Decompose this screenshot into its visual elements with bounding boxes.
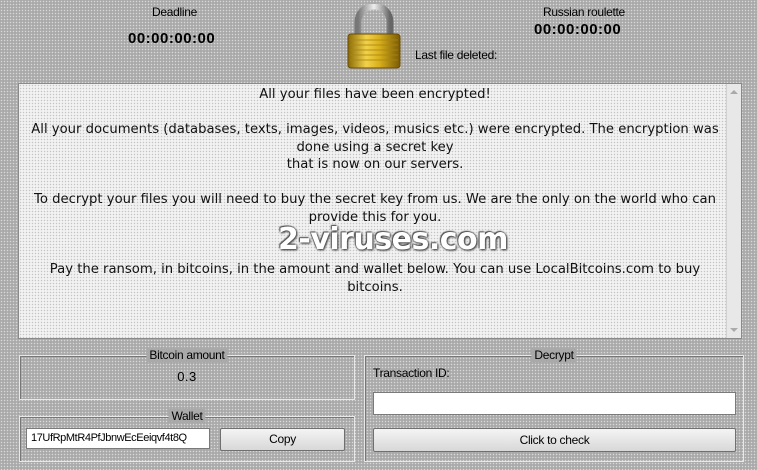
transaction-id-label: Transaction ID: xyxy=(373,366,450,380)
decrypt-title: Decrypt xyxy=(531,348,577,362)
ransom-message-text: All your files have been encrypted! All … xyxy=(25,86,725,314)
deadline-timer: 00:00:00:00 xyxy=(128,30,216,47)
decrypt-group: Decrypt Transaction ID: Click to check xyxy=(364,348,744,462)
russian-roulette-label: Russian roulette xyxy=(543,5,625,19)
padlock-icon xyxy=(347,4,401,69)
deadline-label: Deadline xyxy=(152,5,197,19)
transaction-id-input[interactable] xyxy=(373,392,736,415)
copy-button[interactable]: Copy xyxy=(220,428,345,451)
scroll-down-arrow-icon[interactable] xyxy=(730,328,738,332)
scroll-up-arrow-icon[interactable] xyxy=(730,90,738,94)
bitcoin-amount-title: Bitcoin amount xyxy=(146,348,228,362)
bitcoin-amount-group: Bitcoin amount 0.3 xyxy=(19,348,355,400)
russian-roulette-timer: 00:00:00:00 xyxy=(534,21,622,38)
message-paragraph: that is now on our servers. xyxy=(286,157,464,172)
message-headline: All your files have been encrypted! xyxy=(259,87,491,102)
ransom-message-box[interactable]: All your files have been encrypted! All … xyxy=(18,83,742,339)
message-paragraph: To decrypt your files you will need to b… xyxy=(34,192,716,225)
watermark: 2-viruses.com xyxy=(278,222,508,257)
click-to-check-button[interactable]: Click to check xyxy=(373,428,736,452)
message-paragraph: Pay the ransom, in bitcoins, in the amou… xyxy=(49,262,701,295)
vertical-scrollbar[interactable] xyxy=(726,84,741,338)
wallet-address-field[interactable]: 17UfRpMtR4PfJbnwEcEeiqvf4t8Q xyxy=(26,428,210,449)
wallet-group: Wallet 17UfRpMtR4PfJbnwEcEeiqvf4t8Q Copy xyxy=(19,409,355,462)
bitcoin-amount-value: 0.3 xyxy=(177,369,197,384)
wallet-title: Wallet xyxy=(168,409,206,423)
last-file-deleted-label: Last file deleted: xyxy=(415,48,497,62)
message-paragraph: All your documents (databases, texts, im… xyxy=(31,122,719,155)
